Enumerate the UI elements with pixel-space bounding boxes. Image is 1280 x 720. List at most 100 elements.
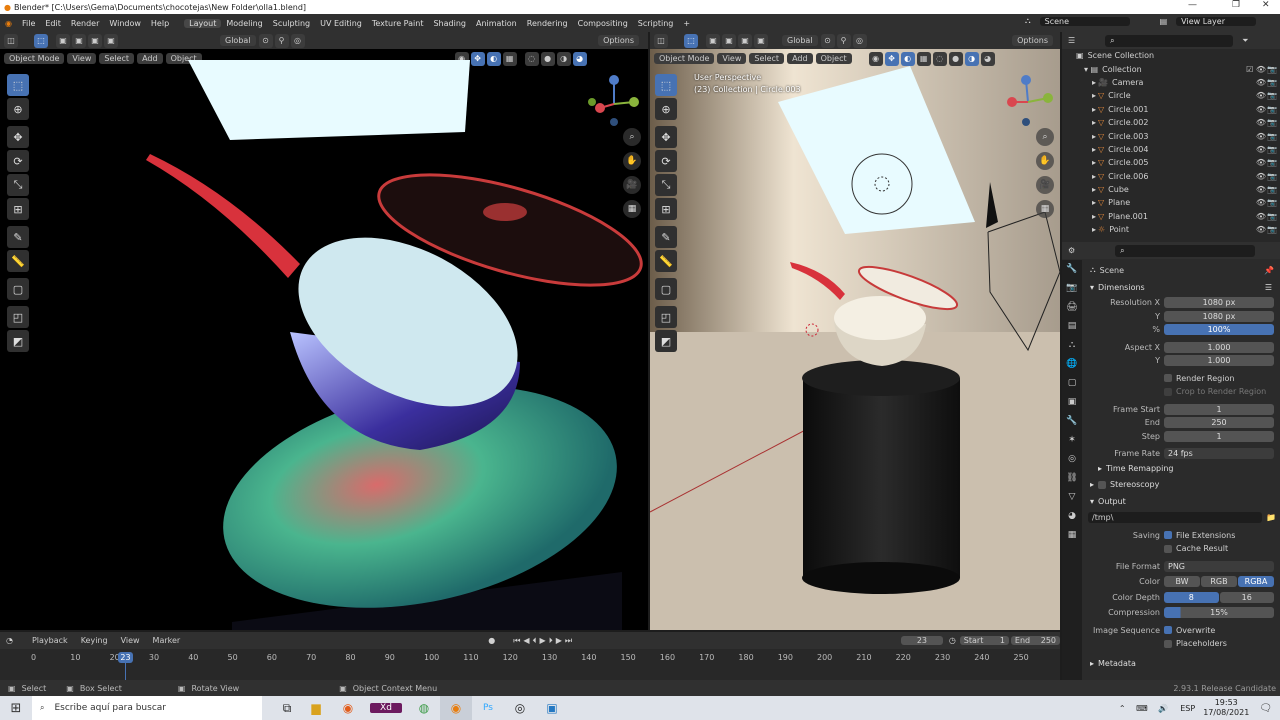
playhead[interactable]: 23 [118,652,133,663]
select-box-tool-icon[interactable]: ⬚ [655,74,677,96]
scene-tab-icon[interactable]: ⛬ [1062,336,1082,355]
tool-tab-icon[interactable]: 🔧 [1062,260,1082,279]
mode-invert-icon[interactable]: ▣ [754,33,768,48]
camera-view-icon[interactable]: 🎥 [623,176,641,194]
render-icon[interactable]: 📷 [1267,91,1277,100]
outliner-item[interactable]: ▸ ▽ Circle.001 👁 📷 [1062,103,1280,116]
current-frame-field[interactable]: 23 [901,636,943,645]
zoom-icon[interactable]: ⌕ [623,128,641,146]
render-icon[interactable]: 📷 [1267,185,1277,194]
clock[interactable]: 19:53 17/08/2021 [1203,698,1249,718]
gizmo-icon[interactable]: ✥ [884,51,899,66]
mode-new-icon[interactable]: ▣ [706,33,720,48]
file-extensions-checkbox[interactable] [1164,531,1172,540]
left-viewport[interactable]: ◫ ⬚ ▣ ▣ ▣ ▣ Global ⊙ ⚲ ◎ Options Object … [0,32,648,630]
collection-row[interactable]: ▾ ▤ Collection ☑ 👁 📷 [1062,62,1280,75]
render-icon[interactable]: 📷 [1267,198,1277,207]
compression-slider[interactable]: 15% [1164,607,1274,619]
tab-animation[interactable]: Animation [471,19,522,28]
physics-tab-icon[interactable]: ◎ [1062,450,1082,469]
eye-icon[interactable]: 👁 [1256,212,1266,221]
frame-end-field[interactable]: 250 [1164,417,1274,429]
outliner-item[interactable]: ▸ ▽ Circle.003 👁 📷 [1062,129,1280,142]
move-tool-icon[interactable]: ✥ [655,126,677,148]
menu-add[interactable]: Add [787,53,813,64]
navigation-gizmo[interactable] [1000,74,1056,130]
pivot-icon[interactable]: ⊙ [820,33,835,48]
scale-tool-icon[interactable]: ⤡ [655,174,677,196]
menu-edit[interactable]: Edit [40,19,66,28]
properties-search-input[interactable]: ⌕ [1115,244,1256,257]
render-icon[interactable]: 📷 [1267,105,1277,114]
stereoscopy-checkbox[interactable] [1098,480,1107,489]
pan-hand-icon[interactable]: ✋ [1036,152,1054,170]
time-remapping-header[interactable]: ▸ Time Remapping [1084,461,1278,477]
pan-hand-icon[interactable]: ✋ [623,152,641,170]
obs-icon[interactable]: ◎ [504,701,536,715]
blender-task-icon[interactable]: ◉ [440,696,472,720]
bevel-tool-icon[interactable]: ◩ [655,330,677,352]
outliner-item[interactable]: ▸ ▽ Plane.001 👁 📷 [1062,210,1280,223]
outliner-item[interactable]: ▸ ▽ Circle.004 👁 📷 [1062,143,1280,156]
pin-icon[interactable]: 📌 [1264,266,1274,275]
resolution-y-field[interactable]: 1080 px [1164,310,1274,322]
modifier-tab-icon[interactable]: 🔧 [1062,412,1082,431]
shading-solid-icon[interactable]: ● [948,51,963,66]
outliner-item[interactable]: ▸ ▽ Cube 👁 📷 [1062,183,1280,196]
dimensions-panel-header[interactable]: ▾ Dimensions ☰ [1084,278,1278,296]
tab-sculpting[interactable]: Sculpting [268,19,315,28]
ortho-grid-icon[interactable]: ▦ [623,200,641,218]
overwrite-checkbox[interactable] [1164,626,1172,635]
zoom-icon[interactable]: ⌕ [1036,128,1054,146]
output-panel-header[interactable]: ▾ Output [1084,493,1278,511]
language-indicator[interactable]: ESP [1180,704,1195,713]
filter-icon[interactable]: ⏷ [1242,36,1248,46]
extrude-tool-icon[interactable]: ◰ [655,306,677,328]
outliner-item[interactable]: ▸ 🎥 Camera 👁 📷 [1062,76,1280,89]
output-path-input[interactable]: /tmp\ [1088,512,1263,523]
eye-icon[interactable]: 👁 [1256,118,1266,127]
depth-8-button[interactable]: 8 [1164,591,1219,603]
constraints-tab-icon[interactable]: ⛓ [1062,469,1082,488]
crop-region-checkbox[interactable] [1164,387,1172,396]
transform-orientation-dropdown[interactable]: Global [782,35,818,46]
eye-icon[interactable]: 👁 [1256,91,1266,100]
preview-range-icon[interactable]: ◷ [949,636,956,645]
taskbar-search-box[interactable]: ⌕ Escribe aquí para buscar [32,696,262,720]
outliner-item[interactable]: ▸ ▽ Plane 👁 📷 [1062,196,1280,209]
scene-collection-row[interactable]: ▣ Scene Collection [1062,49,1280,62]
blender-menu-icon[interactable]: ◉ [0,19,17,28]
eye-icon[interactable]: 👁 [1256,145,1266,154]
start-frame-field[interactable]: Start 1 [959,636,1009,645]
menu-view[interactable]: View [717,53,747,64]
eye-icon[interactable]: 👁 [1256,132,1266,141]
tab-rendering[interactable]: Rendering [522,19,573,28]
presets-icon[interactable]: ☰ [1265,283,1272,292]
menu-keying[interactable]: Keying [76,635,113,646]
folder-icon[interactable]: 📁 [1266,513,1276,522]
menu-window[interactable]: Window [104,19,146,28]
frame-step-field[interactable]: 1 [1164,430,1274,442]
eye-icon[interactable]: 👁 [1256,78,1266,87]
annotate-tool-icon[interactable]: ✎ [655,226,677,248]
color-rgba-button[interactable]: RGBA [1238,576,1274,588]
view-layer-tab-icon[interactable]: ▤ [1062,317,1082,336]
eye-icon[interactable]: 👁 [1256,185,1266,194]
eye-icon[interactable]: 👁 [1256,198,1266,207]
render-icon[interactable]: 📷 [1267,212,1277,221]
depth-16-button[interactable]: 16 [1219,591,1274,603]
menu-object[interactable]: Object [815,53,852,64]
mode-subtract-icon[interactable]: ▣ [738,33,752,48]
menu-help[interactable]: Help [146,19,174,28]
minimize-icon[interactable]: — [1188,0,1197,10]
snap-icon[interactable]: ⚲ [836,33,851,48]
color-bw-button[interactable]: BW [1164,576,1200,588]
render-icon[interactable]: 📷 [1267,118,1277,127]
menu-playback[interactable]: Playback [27,635,73,646]
tab-scripting[interactable]: Scripting [633,19,679,28]
stereoscopy-header[interactable]: ▸ Stereoscopy [1084,477,1278,493]
placeholders-checkbox[interactable] [1164,639,1172,648]
aspect-y-field[interactable]: 1.000 [1164,355,1274,367]
options-dropdown[interactable]: Options [1012,35,1053,46]
outliner-item[interactable]: ▸ ▽ Circle.005 👁 📷 [1062,156,1280,169]
